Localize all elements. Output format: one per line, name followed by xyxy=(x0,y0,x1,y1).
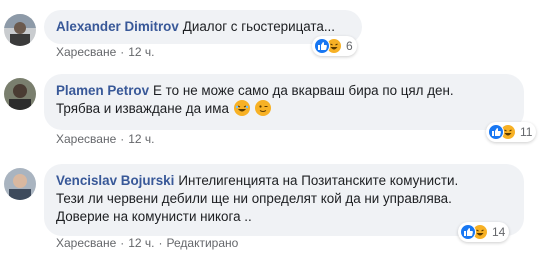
reaction-summary[interactable]: 11 xyxy=(486,122,537,142)
comment-actions: Харесване · 12 ч. · Редактирано xyxy=(56,236,238,250)
comment-timestamp[interactable]: 12 ч. xyxy=(128,236,154,250)
separator-dot: · xyxy=(158,236,163,250)
like-icon xyxy=(460,224,476,240)
winking-emoji-icon xyxy=(255,100,272,116)
avatar[interactable] xyxy=(4,78,36,110)
comment-text-line: Тези ли червени дебили ще ни определят к… xyxy=(56,191,452,206)
separator-dot: · xyxy=(120,132,125,146)
comment-author[interactable]: Plamen Petrov xyxy=(56,83,149,98)
like-icon xyxy=(488,124,504,140)
comment-bubble: Plamen Petrov Е то не може само да вкарва… xyxy=(44,74,524,130)
avatar[interactable] xyxy=(4,14,36,46)
edited-label[interactable]: Редактирано xyxy=(167,236,239,250)
separator-dot: · xyxy=(120,45,125,59)
comment-bubble: Vencislav Bojurski Интелигенцията на Пози… xyxy=(44,164,524,236)
reaction-count: 14 xyxy=(492,225,506,239)
comment-author[interactable]: Vencislav Bojurski xyxy=(56,173,174,188)
comment-timestamp[interactable]: 12 ч. xyxy=(128,45,154,59)
comment-2: Plamen Petrov Е то не може само да вкарва… xyxy=(0,66,540,156)
comment-3: Vencislav Bojurski Интелигенцията на Пози… xyxy=(0,156,540,261)
like-button[interactable]: Харесване xyxy=(56,236,116,250)
comment-actions: Харесване · 12 ч. xyxy=(56,45,155,59)
separator-dot: · xyxy=(120,236,125,250)
like-button[interactable]: Харесване xyxy=(56,45,116,59)
comment-text-line: Е то не може само да вкарваш бира по цял… xyxy=(153,83,454,98)
comment-timestamp[interactable]: 12 ч. xyxy=(128,132,154,146)
comment-text-line: Доверие на комунисти никога .. xyxy=(56,209,252,224)
comment-text-line: Трябва и изваждане да има xyxy=(56,101,229,116)
comment-text-line: Интелигенцията на Позитанските комунисти… xyxy=(178,173,459,188)
comment-actions: Харесване · 12 ч. xyxy=(56,132,155,146)
avatar[interactable] xyxy=(4,168,36,200)
reaction-summary[interactable]: 14 xyxy=(458,222,510,242)
reaction-count: 11 xyxy=(520,125,533,139)
reaction-count: 6 xyxy=(346,39,353,53)
reaction-summary[interactable]: 6 xyxy=(312,36,357,56)
like-icon xyxy=(314,38,330,54)
comment-1: Alexander Dimitrov Диалог с гьостерицата.… xyxy=(0,0,540,66)
comment-text: Диалог с гьостерицата... xyxy=(182,19,335,34)
laughing-emoji-icon xyxy=(233,100,250,116)
comment-author[interactable]: Alexander Dimitrov xyxy=(56,19,179,34)
like-button[interactable]: Харесване xyxy=(56,132,116,146)
